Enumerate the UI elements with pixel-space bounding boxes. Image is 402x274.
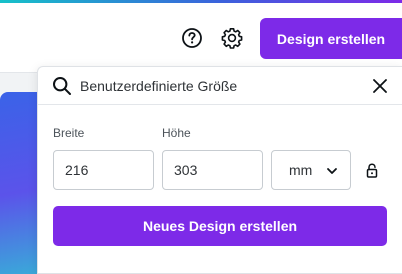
question-circle-icon xyxy=(182,28,202,48)
unit-value: mm xyxy=(289,162,313,178)
search-icon xyxy=(53,77,71,95)
height-label: Höhe xyxy=(162,126,191,140)
custom-size-panel: Breite Höhe mm Neues Design erstellen xyxy=(37,66,402,274)
settings-button[interactable] xyxy=(220,26,244,50)
search-input[interactable] xyxy=(80,75,360,97)
close-search-button[interactable] xyxy=(371,77,389,95)
height-input[interactable] xyxy=(174,162,251,178)
new-design-label: Neues Design erstellen xyxy=(142,218,298,234)
width-input[interactable] xyxy=(65,162,142,178)
create-design-button[interactable]: Design erstellen xyxy=(260,18,402,59)
height-field-box xyxy=(162,150,263,190)
unit-select[interactable]: mm xyxy=(271,150,351,190)
create-design-label: Design erstellen xyxy=(276,30,386,47)
chevron-down-icon xyxy=(327,168,337,174)
width-field-box xyxy=(53,150,154,190)
aspect-lock-button[interactable] xyxy=(364,161,380,179)
help-button[interactable] xyxy=(181,27,203,49)
lock-icon xyxy=(366,162,378,178)
header: Design erstellen xyxy=(0,3,402,73)
new-design-button[interactable]: Neues Design erstellen xyxy=(53,206,387,246)
search-bar xyxy=(38,67,402,105)
gear-icon xyxy=(221,28,243,49)
width-label: Breite xyxy=(53,126,85,140)
close-icon xyxy=(373,79,387,93)
background-canvas-preview xyxy=(0,92,40,274)
